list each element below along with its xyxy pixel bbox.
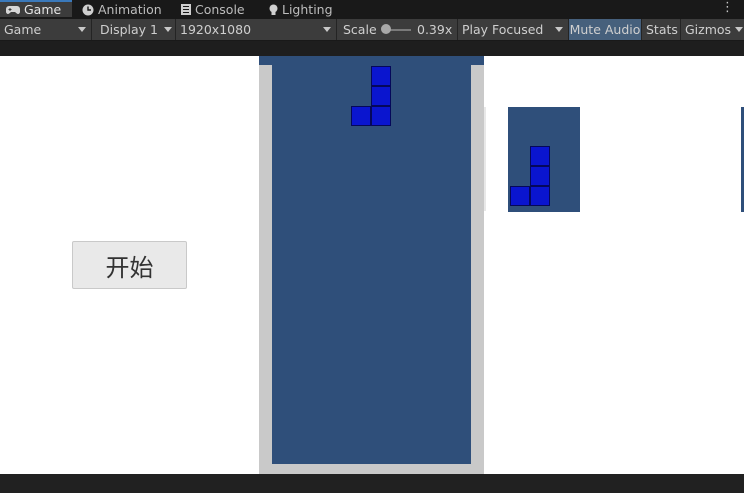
status-strip xyxy=(0,474,744,493)
active-piece-block xyxy=(371,66,391,86)
tab-animation[interactable]: Animation xyxy=(82,0,162,19)
more-options-icon[interactable]: ⋮ xyxy=(721,1,734,14)
stats-label: Stats xyxy=(646,22,678,37)
next-piece-block xyxy=(530,186,550,206)
resolution-dropdown[interactable]: 1920x1080 xyxy=(180,19,251,40)
game-toolbar: Game Display 1 1920x1080 Scale 0.39x Pla… xyxy=(0,19,744,41)
stats-toggle[interactable]: Stats xyxy=(646,19,678,40)
divider xyxy=(457,19,458,40)
tab-label: Animation xyxy=(98,2,162,17)
mute-audio-label: Mute Audio xyxy=(569,22,641,37)
start-button[interactable]: 开始 xyxy=(72,241,187,289)
display-dropdown[interactable]: Display 1 xyxy=(100,19,158,40)
scale-value: 0.39x xyxy=(417,19,452,40)
scale-label: Scale xyxy=(343,19,377,40)
chevron-down-icon xyxy=(555,27,563,32)
chevron-down-icon xyxy=(323,27,331,32)
scale-value-text: 0.39x xyxy=(417,22,453,37)
resolution-label: 1920x1080 xyxy=(180,22,252,37)
play-mode-label: Play Focused xyxy=(462,22,544,37)
next-piece-block xyxy=(510,186,530,206)
view-label: Game xyxy=(4,22,42,37)
lightbulb-icon xyxy=(269,4,278,16)
divider xyxy=(91,19,92,40)
gizmos-dropdown[interactable]: Gizmos xyxy=(685,19,731,40)
gizmos-label: Gizmos xyxy=(685,22,732,37)
display-label: Display 1 xyxy=(100,22,159,37)
tab-game[interactable]: Game xyxy=(0,0,72,17)
tab-bar: Game Animation Console Lighting ⋮ xyxy=(0,0,744,19)
divider xyxy=(680,19,681,40)
board-top-strip xyxy=(259,56,484,65)
divider xyxy=(641,19,642,40)
clock-icon xyxy=(82,4,94,16)
gamepad-icon xyxy=(6,5,20,15)
mute-audio-toggle[interactable]: Mute Audio xyxy=(569,19,641,40)
scale-slider-handle[interactable] xyxy=(381,24,391,34)
divider xyxy=(175,19,176,40)
chevron-down-icon xyxy=(78,27,86,32)
tab-lighting[interactable]: Lighting xyxy=(269,0,333,19)
next-piece-block xyxy=(530,166,550,186)
console-icon xyxy=(181,4,191,15)
start-button-label: 开始 xyxy=(105,253,154,282)
divider-line xyxy=(484,107,486,211)
scale-label-text: Scale xyxy=(343,22,377,37)
active-piece-block xyxy=(371,106,391,126)
game-viewport[interactable]: 开始 xyxy=(0,56,744,474)
chevron-down-icon xyxy=(735,27,743,32)
chevron-down-icon xyxy=(164,27,172,32)
tab-label: Console xyxy=(195,2,245,17)
active-piece-block xyxy=(371,86,391,106)
tab-label: Lighting xyxy=(282,2,333,17)
view-dropdown[interactable]: Game xyxy=(4,19,41,40)
tab-label: Game xyxy=(24,2,62,17)
divider xyxy=(336,19,337,40)
next-piece-block xyxy=(530,146,550,166)
tab-console[interactable]: Console xyxy=(181,0,245,19)
play-mode-dropdown[interactable]: Play Focused xyxy=(462,19,543,40)
active-piece-block xyxy=(351,106,371,126)
